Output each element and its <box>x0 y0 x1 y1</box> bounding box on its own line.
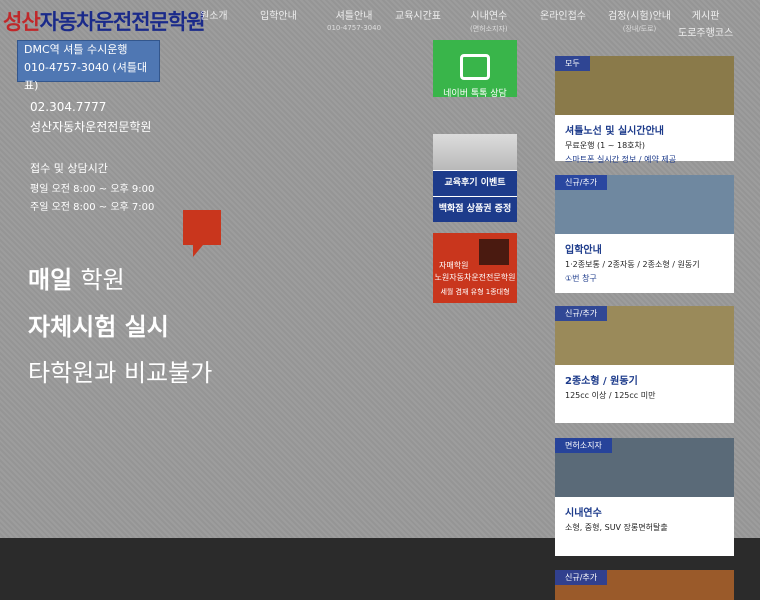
chat-icon <box>460 54 490 80</box>
card-desc: 1·2종보통 / 2종자동 / 2종소형 / 원동기 <box>565 260 700 269</box>
event-photo <box>433 134 517 170</box>
event-line2: 백화점 상품권 증정 <box>433 196 517 222</box>
nav-item-exam-info[interactable]: 검정(시험)안내 (장내/도로) <box>608 7 671 34</box>
card-desc: 소형, 중형, SUV 장롱면허탈출 <box>565 523 668 532</box>
event-line1: 교육후기 이벤트 <box>433 170 517 196</box>
card-tag: 신규/추가 <box>555 306 608 321</box>
nav-item-admission[interactable]: 입학안내 <box>260 7 297 22</box>
sister-detail: 세월 겸재 유형 1종대형 <box>440 288 510 296</box>
card-photo: 면허소지자 <box>555 438 734 497</box>
sister-label: 자매학원 <box>439 261 469 270</box>
card-photo: 신규/추가 <box>555 175 734 234</box>
shuttle-route-card[interactable]: 모두 셔틀노선 및 실시간안내 무료운행 (1 ~ 18호차) 스마트폰 실시간… <box>555 56 734 164</box>
city-driving-card[interactable]: 면허소지자 시내연수 소형, 중형, SUV 장롱면허탈출 <box>555 438 734 556</box>
naver-talk-label: 네이버 톡톡 상담 <box>443 89 507 99</box>
card-title: 셔틀노선 및 실시간안내 <box>565 126 664 137</box>
card-desc2: 스마트폰 실시간 정보 / 예약 제공 <box>565 155 677 164</box>
sister-name: 노원자동차운전전문학원 <box>434 273 516 282</box>
nav-item-schedule[interactable]: 교육시간표 <box>395 7 441 22</box>
shuttle-box[interactable]: DMC역 셔틀 수시운행 010-4757-3040 (셔틀대표) <box>17 40 160 92</box>
card-tag: 신규/추가 <box>555 570 608 585</box>
card-title: 2종소형 / 원동기 <box>565 376 638 387</box>
card-photo: 신규/추가 <box>555 570 734 600</box>
sister-academy-card[interactable]: 자매학원 노원자동차운전전문학원 세월 겸재 유형 1종대형 <box>433 233 517 303</box>
shuttle-line2: 010-4757-3040 (셔틀대표) <box>24 61 148 92</box>
extra-card[interactable]: 신규/추가 <box>555 570 734 600</box>
speech-bubble-icon <box>183 210 221 257</box>
speech-bubble-icon <box>479 239 509 265</box>
academy-name: 성산자동차운전전문학원 <box>30 120 152 134</box>
hours-title: 접수 및 상담시간 <box>30 162 108 175</box>
card-tag: 면허소지자 <box>555 438 612 453</box>
contact-phone: 02.304.7777 <box>30 100 107 114</box>
shuttle-line1: DMC역 셔틀 수시운행 <box>24 43 128 56</box>
card-tag: 신규/추가 <box>555 175 608 190</box>
nav-item-city-driving[interactable]: 시내연수 (면허소지자) <box>470 7 508 34</box>
site-logo[interactable]: 성산자동차운전전문학원 <box>3 6 206 36</box>
card-photo: 모두 <box>555 56 734 115</box>
main-nav: 원소개 입학안내 셔틀안내 010-4757-3040 교육시간표 시내연수 (면허… <box>190 7 760 39</box>
headline-line3: 타학원과 비교불가 <box>28 359 213 387</box>
nav-item-about[interactable]: 원소개 <box>200 7 228 22</box>
nav-item-online-apply[interactable]: 온라인접수 <box>540 7 586 22</box>
card-photo: 신규/추가 <box>555 306 734 365</box>
headline-line2: 자체시험 실시 <box>28 313 169 341</box>
card-desc2: ①번 창구 <box>565 274 597 283</box>
card-desc: 무료운행 (1 ~ 18호차) <box>565 141 646 150</box>
card-title: 시내연수 <box>565 508 602 519</box>
naver-talk-card[interactable]: 네이버 톡톡 상담 <box>433 40 517 99</box>
nav-item-board[interactable]: 게시판 도로주행코스 <box>678 7 733 39</box>
card-tag: 모두 <box>555 56 590 71</box>
review-event-card[interactable]: 교육후기 이벤트 백화점 상품권 증정 <box>433 134 517 222</box>
headline-line1: 매일 학원 <box>28 266 125 294</box>
admission-card[interactable]: 신규/추가 입학안내 1·2종보통 / 2종자동 / 2종소형 / 원동기 ①번… <box>555 175 734 293</box>
hours-weekend: 주일 오전 8:00 ~ 오후 7:00 <box>30 202 155 213</box>
nav-item-shuttle[interactable]: 셔틀안내 010-4757-3040 <box>327 7 381 32</box>
card-title: 입학안내 <box>565 245 602 256</box>
hours-weekday: 평일 오전 8:00 ~ 오후 9:00 <box>30 184 155 195</box>
motorcycle-card[interactable]: 신규/추가 2종소형 / 원동기 125cc 이상 / 125cc 미만 <box>555 306 734 423</box>
card-desc: 125cc 이상 / 125cc 미만 <box>565 391 656 400</box>
